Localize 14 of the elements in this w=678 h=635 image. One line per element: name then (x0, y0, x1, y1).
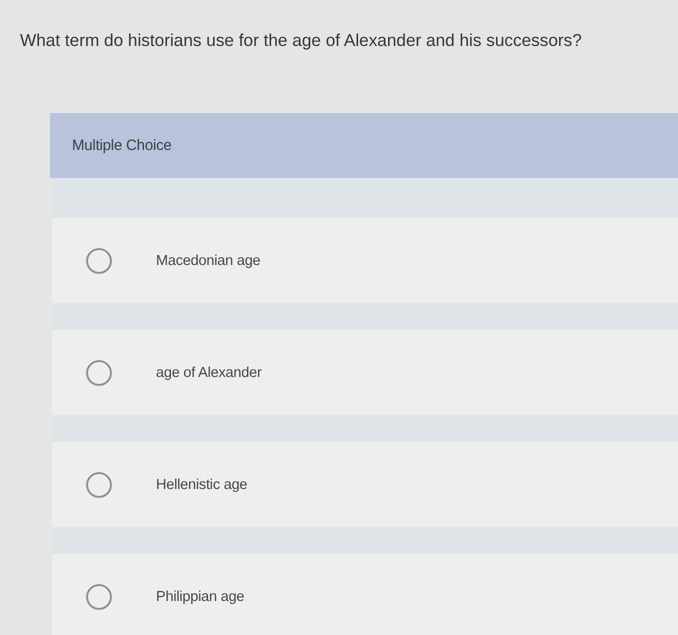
answer-option[interactable]: Macedonian age (52, 218, 678, 303)
question-type-label: Multiple Choice (72, 137, 172, 154)
answer-option[interactable]: Hellenistic age (52, 442, 678, 527)
radio-button[interactable] (86, 472, 112, 498)
answer-label: Hellenistic age (156, 476, 248, 492)
answer-option[interactable]: Philippian age (52, 554, 678, 635)
radio-button[interactable] (86, 360, 112, 386)
answer-label: Macedonian age (156, 252, 260, 268)
radio-button[interactable] (86, 248, 112, 274)
question-text: What term do historians use for the age of Alexander and his successors? (20, 30, 582, 50)
radio-button[interactable] (86, 584, 112, 610)
answer-label: Philippian age (156, 588, 244, 604)
answer-label: age of Alexander (156, 364, 262, 380)
answer-option[interactable]: age of Alexander (52, 330, 678, 415)
